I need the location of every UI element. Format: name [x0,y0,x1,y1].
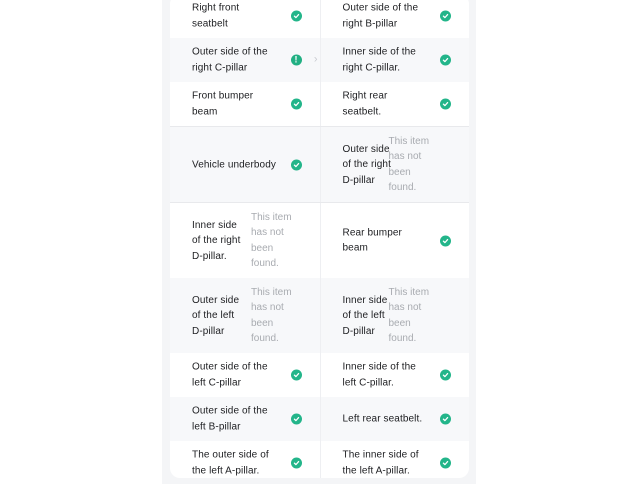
checklist-item-outer-left-b-pillar[interactable]: Outer side of the left B-pillar [170,397,320,441]
item-label: Rear bumper beam [342,227,402,254]
checklist-item-outer-left-c-pillar[interactable]: Outer side of the left C-pillar [170,353,320,397]
checklist-item-inner-right-c-pillar[interactable]: Inner side of the right C-pillar. [319,38,469,82]
check-circle-icon [290,457,302,469]
check-circle-icon [290,369,302,381]
item-label: Right rear seatbelt. [342,90,388,118]
check-circle-icon [440,235,451,246]
item-label: The outer side of the left A-pillar. [192,449,269,477]
item-label: Inner side of the right C-pillar. [342,46,416,74]
checklist-item-vehicle-underbody[interactable]: Vehicle underbody [170,127,320,202]
checklist-row: Outer side of the right C-pillar ! › Inn… [170,38,469,82]
item-label: Outer side of the right B-pillar [342,2,419,30]
chevron-right-icon: › [313,53,318,66]
checklist-item-outer-left-d-pillar[interactable]: Outer side of the left D-pillar This ite… [170,278,320,353]
item-label: Outer side of the left D-pillar [192,294,240,337]
checklist-item-right-rear-seatbelt[interactable]: Right rear seatbelt. [319,82,470,126]
item-label: Front bumper beam [192,90,254,118]
check-circle-icon [440,413,451,425]
item-label: Outer side of the right C-pillar [192,46,268,74]
checklist-item-outer-right-b-pillar[interactable]: Outer side of the right B-pillar [319,0,470,38]
checklist-row: Front bumper beam Right rear seatbelt. [170,82,469,126]
check-circle-icon [440,457,451,469]
item-label: Outer side of the right D-pillar [342,143,391,186]
checklist-row: Outer side of the left D-pillar This ite… [170,278,469,353]
not-found-note: This item has not been found. [388,286,430,345]
check-circle-icon [290,98,302,110]
checklist-row: Outer side of the left B-pillar Left rea… [170,397,469,441]
item-label: Inner side of the left C-pillar. [342,361,416,389]
inspection-checklist-card: Right front seatbelt Outer side of the r… [170,0,469,478]
not-found-note: This item has not been found. [388,135,430,194]
item-label: Outer side of the left C-pillar [192,361,268,389]
checklist-row: The outer side of the left A-pillar. The… [170,441,469,478]
check-circle-icon [440,54,451,66]
check-circle-icon [440,98,451,110]
checklist-row: Right front seatbelt Outer side of the r… [170,0,469,38]
check-circle-icon [440,10,451,22]
checklist-row: Inner side of the right D-pillar. This i… [170,202,469,278]
checklist-item-left-rear-seatbelt[interactable]: Left rear seatbelt. [319,397,469,441]
checklist-item-inner-left-d-pillar[interactable]: Inner side of the left D-pillar This ite… [319,278,469,353]
check-circle-icon [290,413,302,425]
checklist-row: Outer side of the left C-pillar Inner si… [170,353,469,397]
item-label: The inner side of the left A-pillar. [342,449,419,477]
item-label: Right front seatbelt [192,2,240,30]
checklist-item-right-front-seatbelt[interactable]: Right front seatbelt [170,0,320,38]
check-circle-icon [290,159,302,170]
item-label: Inner side of the right D-pillar. [192,219,241,262]
checklist-item-inner-left-a-pillar[interactable]: The inner side of the left A-pillar. [319,441,470,478]
item-label: Vehicle underbody [192,158,276,170]
not-found-note: This item has not been found. [251,286,292,345]
checklist-item-rear-bumper-beam[interactable]: Rear bumper beam [319,203,470,278]
checklist-item-outer-left-a-pillar[interactable]: The outer side of the left A-pillar. [170,441,320,478]
not-found-note: This item has not been found. [251,211,292,270]
checklist-item-front-bumper-beam[interactable]: Front bumper beam [170,82,320,126]
checklist-item-outer-right-c-pillar[interactable]: Outer side of the right C-pillar ! › [170,38,320,82]
checklist-row: Vehicle underbody Outer side of the righ… [170,126,469,202]
item-label: Outer side of the left B-pillar [192,405,268,433]
checklist-item-inner-left-c-pillar[interactable]: Inner side of the left C-pillar. [319,353,470,397]
check-circle-icon [440,369,451,381]
item-label: Left rear seatbelt. [342,413,423,425]
item-label: Inner side of the left D-pillar [342,294,388,337]
exclamation-circle-icon: ! [290,54,302,66]
check-circle-icon [290,10,302,22]
checklist-item-inner-right-d-pillar[interactable]: Inner side of the right D-pillar. This i… [170,203,320,278]
checklist-item-outer-right-d-pillar[interactable]: Outer side of the right D-pillar This it… [319,127,469,202]
